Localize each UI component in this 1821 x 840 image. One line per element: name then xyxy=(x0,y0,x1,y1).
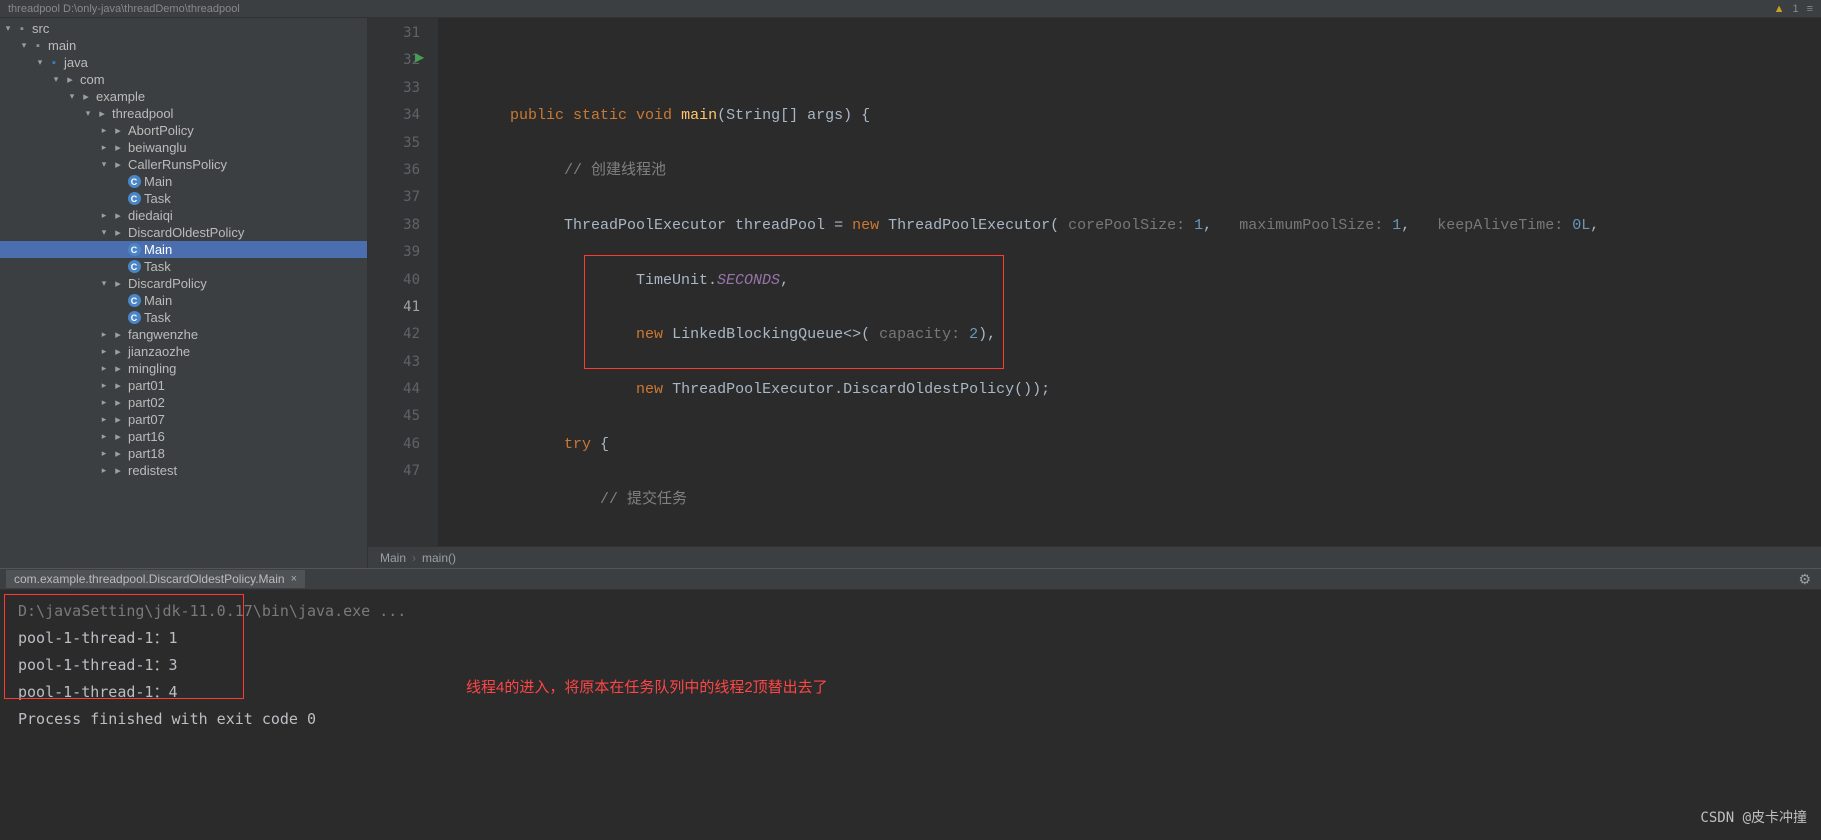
tree-item-beiwanglu[interactable]: ▸▸beiwanglu xyxy=(0,139,367,156)
package-icon: ▸ xyxy=(110,430,126,443)
title-strip: threadpool D:\only-java\threadDemo\threa… xyxy=(0,0,1821,18)
close-icon[interactable]: × xyxy=(291,573,297,585)
code-editor[interactable]: 3132333435363738394041424344454647 publi… xyxy=(368,18,1821,568)
tree-item-callerrunspolicy[interactable]: ▾▸CallerRunsPolicy xyxy=(0,156,367,173)
tree-item-part01[interactable]: ▸▸part01 xyxy=(0,377,367,394)
tree-item-class[interactable]: CMain xyxy=(0,173,367,190)
warning-count: 1 xyxy=(1792,3,1798,15)
menu-icon[interactable]: ≡ xyxy=(1807,3,1813,15)
class-icon: C xyxy=(128,243,141,256)
tree-item-mingling[interactable]: ▸▸mingling xyxy=(0,360,367,377)
tree-item-class-selected[interactable]: CMain xyxy=(0,241,367,258)
class-icon: C xyxy=(128,192,141,205)
folder-icon: ▪ xyxy=(14,23,30,35)
package-icon: ▸ xyxy=(110,362,126,375)
package-icon: ▸ xyxy=(110,345,126,358)
tree-item-part07[interactable]: ▸▸part07 xyxy=(0,411,367,428)
package-icon: ▸ xyxy=(110,209,126,222)
tree-item-abortpolicy[interactable]: ▸▸AbortPolicy xyxy=(0,122,367,139)
class-icon: C xyxy=(128,294,141,307)
tree-item-threadpool[interactable]: ▾▸threadpool xyxy=(0,105,367,122)
tree-item-class[interactable]: CTask xyxy=(0,258,367,275)
tree-item-jianzaozhe[interactable]: ▸▸jianzaozhe xyxy=(0,343,367,360)
breadcrumb-item[interactable]: Main xyxy=(380,551,406,565)
class-icon: C xyxy=(128,260,141,273)
tree-item-class[interactable]: CTask xyxy=(0,309,367,326)
folder-icon: ▪ xyxy=(30,40,46,52)
project-tree[interactable]: ▾▪src ▾▪main ▾▪java ▾▸com ▾▸example ▾▸th… xyxy=(0,18,368,568)
tree-item-src[interactable]: ▾▪src xyxy=(0,20,367,37)
breadcrumb-item[interactable]: main() xyxy=(422,551,456,565)
run-gutter-icon[interactable]: ▶ xyxy=(415,50,424,64)
folder-icon: ▪ xyxy=(46,57,62,69)
tree-item-class[interactable]: CTask xyxy=(0,190,367,207)
tree-item-com[interactable]: ▾▸com xyxy=(0,71,367,88)
tree-item-main[interactable]: ▾▪main xyxy=(0,37,367,54)
tree-item-redistest[interactable]: ▸▸redistest xyxy=(0,462,367,479)
package-icon: ▸ xyxy=(110,158,126,171)
annotation-text: 线程4的进入，将原本在任务队列中的线程2顶替出去了 xyxy=(466,674,828,701)
package-icon: ▸ xyxy=(110,226,126,239)
console-line: pool-1-thread-1：4 xyxy=(18,679,1821,706)
gear-icon[interactable]: ⚙ xyxy=(1798,571,1811,588)
tree-item-part16[interactable]: ▸▸part16 xyxy=(0,428,367,445)
package-icon: ▸ xyxy=(78,90,94,103)
tree-item-part18[interactable]: ▸▸part18 xyxy=(0,445,367,462)
console-output[interactable]: D:\javaSetting\jdk-11.0.17\bin\java.exe … xyxy=(0,590,1821,840)
package-icon: ▸ xyxy=(110,413,126,426)
package-icon: ▸ xyxy=(110,328,126,341)
tree-item-discardoldestpolicy[interactable]: ▾▸DiscardOldestPolicy xyxy=(0,224,367,241)
watermark: CSDN @皮卡冲撞 xyxy=(1700,805,1807,832)
class-icon: C xyxy=(128,175,141,188)
tree-item-diedaiqi[interactable]: ▸▸diedaiqi xyxy=(0,207,367,224)
package-icon: ▸ xyxy=(110,379,126,392)
run-tab-strip: com.example.threadpool.DiscardOldestPoli… xyxy=(0,568,1821,590)
package-icon: ▸ xyxy=(94,107,110,120)
line-gutter: 3132333435363738394041424344454647 xyxy=(368,18,438,546)
run-tab[interactable]: com.example.threadpool.DiscardOldestPoli… xyxy=(6,570,305,588)
console-exit-line: Process finished with exit code 0 xyxy=(18,706,1821,733)
project-path: threadpool D:\only-java\threadDemo\threa… xyxy=(8,3,240,15)
package-icon: ▸ xyxy=(110,464,126,477)
package-icon: ▸ xyxy=(110,277,126,290)
console-line: D:\javaSetting\jdk-11.0.17\bin\java.exe … xyxy=(18,598,1821,625)
run-config-label: com.example.threadpool.DiscardOldestPoli… xyxy=(14,572,285,586)
tree-item-discardpolicy[interactable]: ▾▸DiscardPolicy xyxy=(0,275,367,292)
package-icon: ▸ xyxy=(110,141,126,154)
tree-item-class[interactable]: CMain xyxy=(0,292,367,309)
tree-item-part02[interactable]: ▸▸part02 xyxy=(0,394,367,411)
class-icon: C xyxy=(128,311,141,324)
warning-icon[interactable]: ▲ xyxy=(1774,3,1785,15)
breadcrumb[interactable]: Main › main() xyxy=(368,546,1821,568)
package-icon: ▸ xyxy=(62,73,78,86)
tree-item-fangwenzhe[interactable]: ▸▸fangwenzhe xyxy=(0,326,367,343)
console-line: pool-1-thread-1：3 xyxy=(18,652,1821,679)
package-icon: ▸ xyxy=(110,396,126,409)
package-icon: ▸ xyxy=(110,124,126,137)
code-area[interactable]: public static void main(String[] args) {… xyxy=(438,18,1821,546)
console-line: pool-1-thread-1：1 xyxy=(18,625,1821,652)
tree-item-example[interactable]: ▾▸example xyxy=(0,88,367,105)
tree-item-java[interactable]: ▾▪java xyxy=(0,54,367,71)
package-icon: ▸ xyxy=(110,447,126,460)
